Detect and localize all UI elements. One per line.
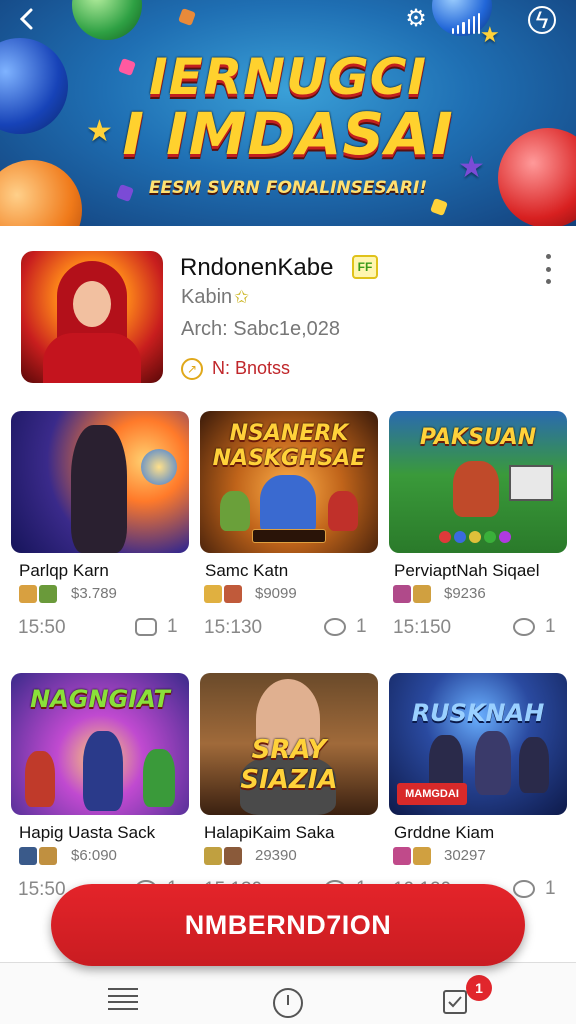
character-figure	[71, 425, 127, 553]
inbox-check-icon[interactable]	[443, 990, 467, 1014]
avatar[interactable]	[21, 251, 163, 383]
thumbnail-banner	[252, 529, 326, 543]
notification-badge: 1	[466, 975, 492, 1001]
profile-badge-label[interactable]: N: Bnotss	[212, 358, 290, 379]
banner-title: I IMDASAI	[122, 100, 454, 168]
banner-title: IERNUGCI	[148, 48, 428, 106]
character-figure	[328, 491, 358, 531]
comment-count[interactable]: 1	[324, 616, 367, 638]
player-avatars	[204, 585, 244, 603]
game-thumbnail[interactable]: NSANERK NASKGHSAE	[200, 411, 378, 553]
star-icon: ✩	[234, 287, 250, 307]
game-title: Samc Katn	[205, 561, 289, 580]
thumbnail-title: NAGNGIAT	[30, 685, 170, 713]
more-options-icon[interactable]	[540, 254, 556, 284]
game-price: $3.789	[71, 585, 117, 602]
game-time: 15:50	[18, 879, 66, 900]
comment-icon	[135, 618, 157, 636]
game-thumbnail[interactable]: RUSKNAH MAMGDAI	[389, 673, 567, 815]
gem-decoration	[178, 8, 196, 26]
back-arrow-icon[interactable]	[14, 6, 42, 34]
profile-arch: Arch: Sabc1e,028	[181, 318, 340, 340]
comment-count[interactable]: 1	[513, 616, 556, 638]
menu-icon[interactable]	[108, 988, 138, 1010]
character-figure	[83, 731, 123, 811]
bolt-icon[interactable]: ϟ	[528, 6, 556, 34]
game-title: HalapiKaim Saka	[204, 823, 335, 842]
signal-icon	[452, 6, 481, 34]
comment-count-value: 1	[545, 878, 556, 899]
comment-count[interactable]: 1	[135, 616, 178, 638]
comment-count-value: 1	[545, 616, 556, 637]
character-figure	[260, 475, 316, 537]
thumbnail-title: NSANERK NASKGHSAE	[212, 421, 366, 471]
thumbnail-title: SRAY SIAZIA	[240, 735, 338, 795]
game-price: $6:090	[71, 847, 117, 864]
goal-net	[509, 465, 553, 501]
gem-decoration	[430, 198, 448, 216]
character-figure	[143, 749, 175, 807]
comment-count-value: 1	[167, 616, 178, 637]
game-price: $9236	[444, 585, 486, 602]
ball-decoration	[72, 0, 142, 40]
game-title: Parlqp Karn	[19, 561, 109, 580]
game-title: Grddne Kiam	[394, 823, 495, 842]
game-price: 30297	[444, 847, 486, 864]
character-figure	[475, 731, 511, 795]
thumbnail-tag: MAMGDAI	[397, 783, 467, 805]
profile-name: RndonenKabe	[180, 254, 334, 281]
game-thumbnail[interactable]: SRAY SIAZIA	[200, 673, 378, 815]
compass-icon: ↗	[181, 358, 203, 380]
thumbnail-title: PAKSUAN	[419, 425, 537, 450]
app-screen: ★ ★ ★ IERNUGCI I IMDASAI EESM SVRN FONAL…	[0, 0, 576, 1024]
star-decoration: ★	[480, 22, 500, 47]
character-figure	[519, 737, 549, 793]
player-avatars	[19, 847, 59, 865]
game-time: 15:50	[18, 617, 66, 638]
player-avatars	[204, 847, 244, 865]
player-avatars	[393, 585, 433, 603]
game-price: $9099	[255, 585, 297, 602]
comment-icon	[513, 880, 535, 898]
promo-banner[interactable]: ★ ★ ★ IERNUGCI I IMDASAI EESM SVRN FONAL…	[0, 0, 576, 226]
comment-count[interactable]: 1	[513, 878, 556, 900]
game-price: 29390	[255, 847, 297, 864]
profile-subtitle: Kabin	[181, 286, 233, 308]
game-time: 15:130	[204, 617, 263, 638]
comment-icon	[513, 618, 535, 636]
game-title: Hapig Uasta Sack	[19, 823, 156, 842]
game-thumbnail[interactable]: PAKSUAN	[389, 411, 567, 553]
game-thumbnail[interactable]	[11, 411, 189, 553]
player-avatars	[393, 847, 433, 865]
game-thumbnail[interactable]: NAGNGIAT	[11, 673, 189, 815]
avatar-body	[43, 333, 141, 383]
comment-icon	[324, 618, 346, 636]
thumbnail-title: RUSKNAH	[411, 699, 545, 727]
game-title: PerviaptNah Siqael	[394, 561, 540, 580]
character-figure	[453, 461, 499, 517]
primary-cta-button[interactable]: NMBERND7ION	[51, 884, 525, 966]
orb-icon	[141, 449, 177, 485]
comment-count-value: 1	[356, 616, 367, 637]
character-figure	[25, 751, 55, 807]
banner-subtitle: EESM SVRN FONALINSESARI!	[148, 178, 428, 198]
verified-badge: FF	[352, 255, 378, 279]
ball-row	[439, 531, 519, 543]
gear-icon[interactable]: ⚙	[402, 6, 430, 34]
character-figure	[220, 491, 250, 531]
clock-icon[interactable]	[273, 988, 303, 1018]
player-avatars	[19, 585, 59, 603]
game-time: 15:150	[393, 617, 452, 638]
avatar-face	[73, 281, 111, 327]
